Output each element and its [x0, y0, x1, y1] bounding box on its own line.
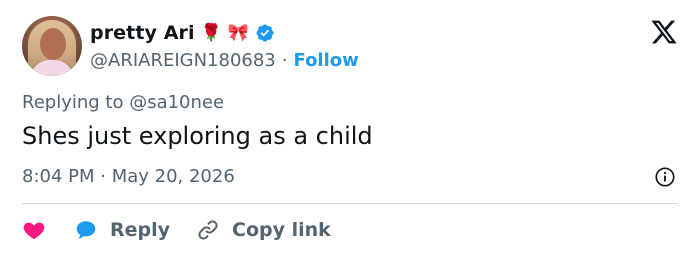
- info-icon[interactable]: [654, 166, 676, 188]
- follow-button[interactable]: Follow: [294, 50, 359, 71]
- author-handle-row: @ARIAREIGN180683 · Follow: [90, 48, 359, 72]
- tweet-text: Shes just exploring as a child: [22, 122, 373, 150]
- tweet-card: pretty Ari 🌹 🎀 @ARIAREIGN180683 · Follow…: [0, 0, 700, 256]
- avatar-face: [40, 28, 66, 60]
- reply-button[interactable]: Reply: [74, 218, 170, 242]
- display-name[interactable]: pretty Ari: [90, 22, 195, 44]
- avatar[interactable]: [22, 16, 82, 76]
- tweet-timestamp[interactable]: 8:04 PM · May 20, 2026: [22, 166, 235, 187]
- author-name-row: pretty Ari 🌹 🎀: [90, 19, 275, 47]
- author-handle[interactable]: @ARIAREIGN180683: [90, 50, 276, 71]
- reply-label: Reply: [110, 219, 171, 241]
- divider: [22, 203, 678, 204]
- verified-badge-icon: [256, 24, 274, 42]
- reply-bubble-icon: [76, 221, 96, 240]
- link-icon: [198, 220, 218, 240]
- ribbon-emoji: 🎀: [227, 22, 249, 43]
- handle-separator: ·: [281, 49, 288, 71]
- heart-icon[interactable]: [22, 218, 46, 242]
- copy-link-label: Copy link: [232, 219, 331, 241]
- replying-to[interactable]: Replying to @sa10nee: [22, 92, 224, 113]
- rose-emoji: 🌹: [200, 22, 222, 43]
- copy-link-button[interactable]: Copy link: [196, 218, 331, 242]
- tweet-actions: Reply Copy link: [22, 214, 331, 246]
- x-logo-icon[interactable]: [650, 18, 678, 46]
